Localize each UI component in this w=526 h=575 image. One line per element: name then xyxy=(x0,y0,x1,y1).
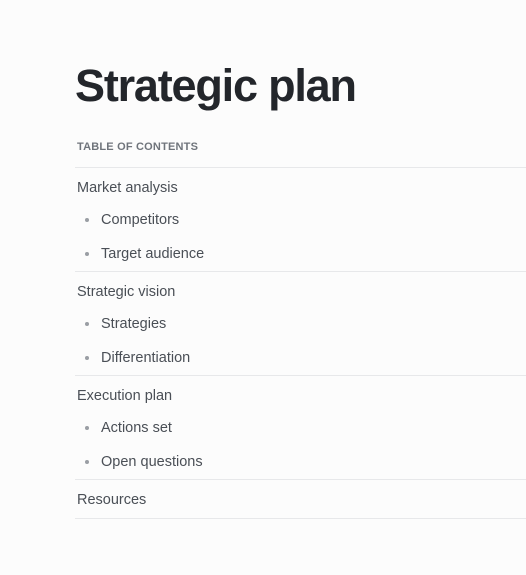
table-of-contents: Market analysis Competitors Target audie… xyxy=(75,167,526,519)
toc-section-strategic-vision: Strategic vision Strategies Differentiat… xyxy=(75,272,526,375)
bullet-icon xyxy=(85,426,89,430)
toc-item-label: Competitors xyxy=(101,212,180,228)
bullet-icon xyxy=(85,322,89,326)
toc-link-strategies[interactable]: Strategies xyxy=(75,307,526,341)
toc-item-label: Target audience xyxy=(101,246,205,262)
toc-section-market-analysis: Market analysis Competitors Target audie… xyxy=(75,168,526,271)
toc-item-label: Open questions xyxy=(101,454,203,470)
toc-link-actions-set[interactable]: Actions set xyxy=(75,411,526,445)
toc-link-market-analysis[interactable]: Market analysis xyxy=(75,168,526,203)
bullet-icon xyxy=(85,356,89,360)
toc-link-resources[interactable]: Resources xyxy=(75,480,526,518)
toc-link-differentiation[interactable]: Differentiation xyxy=(75,341,526,375)
bullet-icon xyxy=(85,252,89,256)
toc-link-competitors[interactable]: Competitors xyxy=(75,203,526,237)
page-title: Strategic plan xyxy=(75,60,357,111)
bullet-icon xyxy=(85,218,89,222)
toc-section-execution-plan: Execution plan Actions set Open question… xyxy=(75,376,526,479)
toc-sublist: Strategies Differentiation xyxy=(75,307,526,375)
bullet-icon xyxy=(85,460,89,464)
toc-sublist: Actions set Open questions xyxy=(75,411,526,479)
toc-link-target-audience[interactable]: Target audience xyxy=(75,237,526,271)
toc-link-execution-plan[interactable]: Execution plan xyxy=(75,376,526,411)
toc-item-label: Differentiation xyxy=(101,350,191,366)
toc-link-open-questions[interactable]: Open questions xyxy=(75,445,526,479)
toc-link-strategic-vision[interactable]: Strategic vision xyxy=(75,272,526,307)
toc-heading: TABLE OF CONTENTS xyxy=(77,141,199,153)
toc-divider xyxy=(75,518,526,519)
toc-section-resources: Resources xyxy=(75,480,526,518)
toc-item-label: Actions set xyxy=(101,420,172,436)
toc-item-label: Strategies xyxy=(101,316,167,332)
toc-sublist: Competitors Target audience xyxy=(75,203,526,271)
